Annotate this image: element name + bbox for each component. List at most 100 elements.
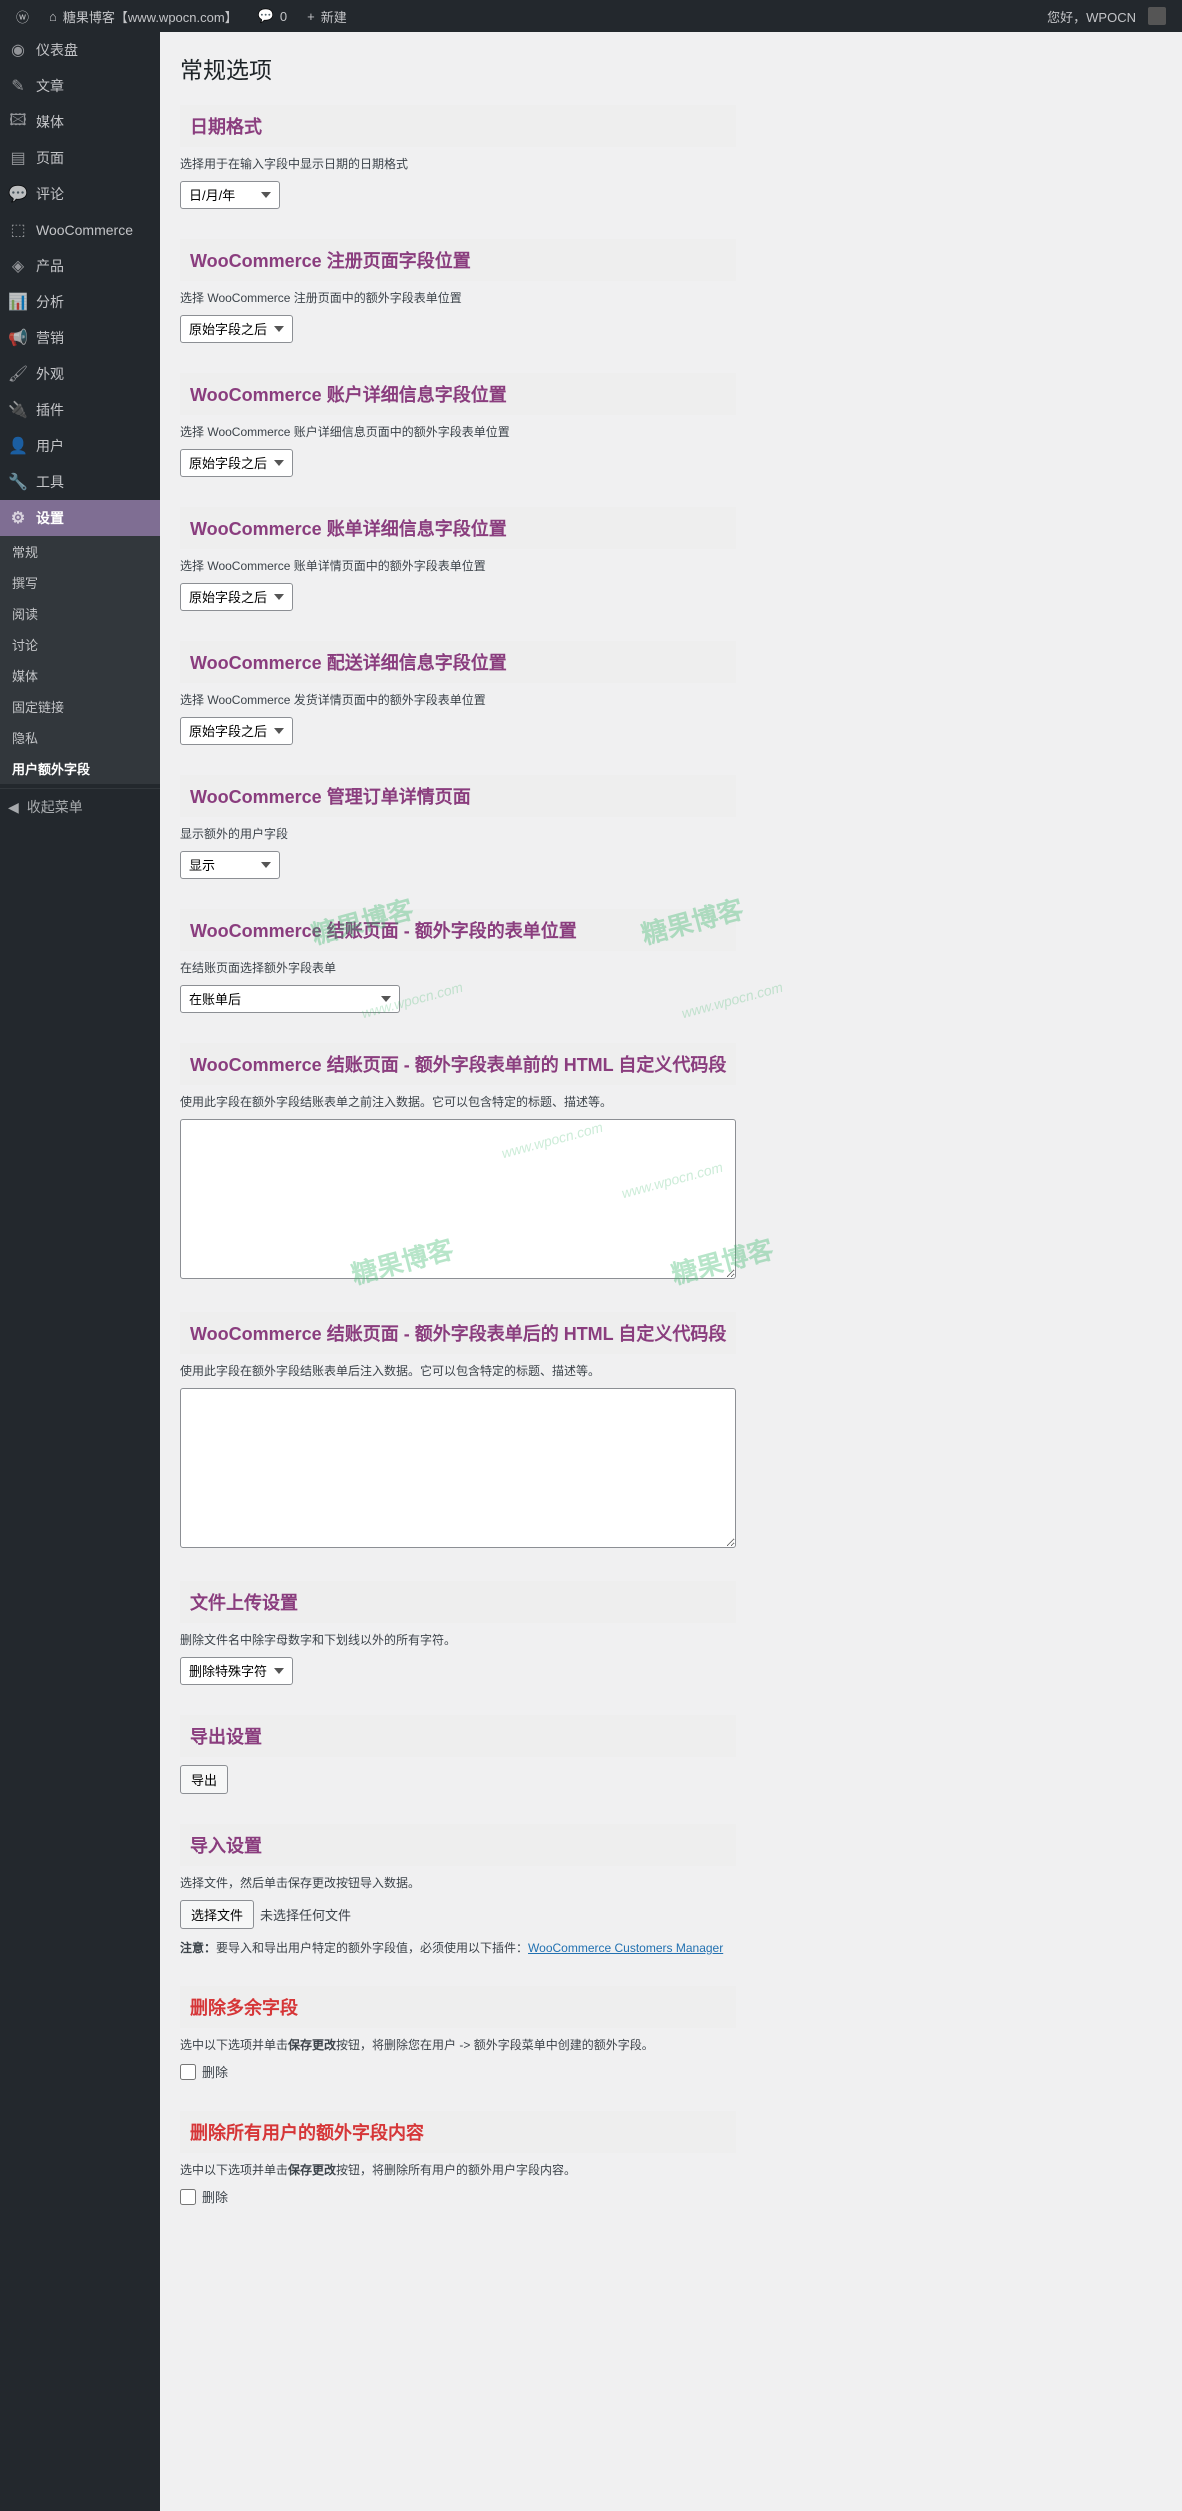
- section-file-upload-title: 文件上传设置: [180, 1581, 736, 1623]
- menu-icon: ◈: [8, 256, 28, 276]
- menu-item-6[interactable]: ◈产品: [0, 248, 160, 284]
- comment-icon: 💬: [258, 8, 274, 24]
- menu-icon: 🔧: [8, 472, 28, 492]
- wc-customers-manager-link[interactable]: WooCommerce Customers Manager: [528, 1941, 723, 1955]
- menu-label: 营销: [36, 328, 64, 348]
- submenu-item-7[interactable]: 用户额外字段: [0, 753, 160, 784]
- html-before-textarea[interactable]: [180, 1119, 736, 1279]
- new-label: 新建: [321, 7, 347, 26]
- menu-label: 外观: [36, 364, 64, 384]
- submenu-item-4[interactable]: 媒体: [0, 660, 160, 691]
- menu-label: 页面: [36, 148, 64, 168]
- menu-icon: ⚙: [8, 508, 28, 528]
- file-upload-select[interactable]: 删除特殊字符: [180, 1657, 293, 1685]
- section-shipping-pos-desc: 选择 WooCommerce 发货详情页面中的额外字段表单位置: [180, 691, 736, 709]
- submenu-item-1[interactable]: 撰写: [0, 567, 160, 598]
- menu-icon: 📊: [8, 292, 28, 312]
- wp-logo[interactable]: ⓦ: [8, 0, 37, 32]
- html-after-textarea[interactable]: [180, 1388, 736, 1548]
- section-html-after-title: WooCommerce 结账页面 - 额外字段表单后的 HTML 自定义代码段: [180, 1312, 736, 1354]
- menu-icon: 📢: [8, 328, 28, 348]
- file-status-text: 未选择任何文件: [260, 1905, 351, 1924]
- section-reg-pos-title: WooCommerce 注册页面字段位置: [180, 239, 736, 281]
- section-billing-pos-desc: 选择 WooCommerce 账单详情页面中的额外字段表单位置: [180, 557, 736, 575]
- site-title-text: 糖果博客【www.wpocn.com】: [63, 7, 238, 26]
- delete-extra-label: 删除: [202, 2062, 228, 2081]
- menu-item-0[interactable]: ◉仪表盘: [0, 32, 160, 68]
- menu-label: 分析: [36, 292, 64, 312]
- section-order-details-title: WooCommerce 管理订单详情页面: [180, 775, 736, 817]
- menu-item-8[interactable]: 📢 营销: [0, 320, 160, 356]
- import-note: 注意：要导入和导出用户特定的额外字段值，必须使用以下插件：WooCommerce…: [180, 1939, 736, 1956]
- comment-count: 0: [280, 9, 287, 24]
- section-html-before-desc: 使用此字段在额外字段结账表单之前注入数据。它可以包含特定的标题、描述等。: [180, 1093, 736, 1111]
- section-file-upload-desc: 删除文件名中除字母数字和下划线以外的所有字符。: [180, 1631, 736, 1649]
- submenu-item-2[interactable]: 阅读: [0, 598, 160, 629]
- menu-label: 评论: [36, 184, 64, 204]
- section-delete-extra-desc: 选中以下选项并单击保存更改按钮，将删除您在用户 -> 额外字段菜单中创建的额外字…: [180, 2036, 736, 2054]
- menu-label: 文章: [36, 76, 64, 96]
- delete-extra-checkbox[interactable]: [180, 2064, 196, 2080]
- section-billing-pos-title: WooCommerce 账单详细信息字段位置: [180, 507, 736, 549]
- menu-item-1[interactable]: ✎ 文章: [0, 68, 160, 104]
- submenu-item-3[interactable]: 讨论: [0, 629, 160, 660]
- menu-item-10[interactable]: 🔌插件: [0, 392, 160, 428]
- menu-label: 工具: [36, 472, 64, 492]
- delete-all-checkbox[interactable]: [180, 2189, 196, 2205]
- menu-item-2[interactable]: 🖾 媒体: [0, 104, 160, 140]
- menu-icon: 🖾: [8, 112, 28, 132]
- account-pos-select[interactable]: 原始字段之后: [180, 449, 293, 477]
- menu-item-5[interactable]: ⬚WooCommerce: [0, 212, 160, 248]
- avatar: [1148, 7, 1166, 25]
- new-content[interactable]: + 新建: [299, 0, 355, 32]
- wordpress-icon: ⓦ: [16, 7, 29, 26]
- section-date-format-desc: 选择用于在输入字段中显示日期的日期格式: [180, 155, 736, 173]
- menu-item-13[interactable]: ⚙设置: [0, 500, 160, 536]
- menu-label: 插件: [36, 400, 64, 420]
- section-html-after-desc: 使用此字段在额外字段结账表单后注入数据。它可以包含特定的标题、描述等。: [180, 1362, 736, 1380]
- section-checkout-pos-title: WooCommerce 结账页面 - 额外字段的表单位置: [180, 909, 736, 951]
- collapse-label: 收起菜单: [27, 797, 83, 817]
- date-format-select[interactable]: 日/月/年: [180, 181, 280, 209]
- site-name[interactable]: ⌂糖果博客【www.wpocn.com】: [41, 0, 246, 32]
- order-details-select[interactable]: 显示: [180, 851, 280, 879]
- section-order-details-desc: 显示额外的用户字段: [180, 825, 736, 843]
- collapse-icon: ◀: [8, 799, 19, 816]
- plus-icon: +: [307, 9, 315, 24]
- section-date-format-title: 日期格式: [180, 105, 736, 147]
- choose-file-button[interactable]: 选择文件: [180, 1900, 254, 1929]
- collapse-menu[interactable]: ◀ 收起菜单: [0, 788, 160, 825]
- section-checkout-pos-desc: 在结账页面选择额外字段表单: [180, 959, 736, 977]
- menu-item-4[interactable]: 💬评论: [0, 176, 160, 212]
- menu-item-9[interactable]: 🖌外观: [0, 356, 160, 392]
- section-delete-extra-title: 删除多余字段: [180, 1986, 736, 2028]
- reg-pos-select[interactable]: 原始字段之后: [180, 315, 293, 343]
- section-reg-pos-desc: 选择 WooCommerce 注册页面中的额外字段表单位置: [180, 289, 736, 307]
- menu-item-3[interactable]: ▤ 页面: [0, 140, 160, 176]
- menu-item-7[interactable]: 📊 分析: [0, 284, 160, 320]
- menu-label: 仪表盘: [36, 40, 78, 60]
- menu-label: 媒体: [36, 112, 64, 132]
- menu-icon: 👤: [8, 436, 28, 456]
- checkout-pos-select[interactable]: 在账单后: [180, 985, 400, 1013]
- menu-item-11[interactable]: 👤 用户: [0, 428, 160, 464]
- comments-link[interactable]: 💬0: [250, 0, 295, 32]
- menu-item-12[interactable]: 🔧 工具: [0, 464, 160, 500]
- menu-label: WooCommerce: [36, 222, 133, 238]
- menu-icon: ✎: [8, 76, 28, 96]
- section-account-pos-desc: 选择 WooCommerce 账户详细信息页面中的额外字段表单位置: [180, 423, 736, 441]
- export-button[interactable]: 导出: [180, 1765, 228, 1794]
- billing-pos-select[interactable]: 原始字段之后: [180, 583, 293, 611]
- menu-icon: ▤: [8, 148, 28, 168]
- my-account[interactable]: 您好，WPOCN: [1039, 0, 1174, 32]
- delete-all-label: 删除: [202, 2187, 228, 2206]
- section-export-title: 导出设置: [180, 1715, 736, 1757]
- shipping-pos-select[interactable]: 原始字段之后: [180, 717, 293, 745]
- section-delete-all-desc: 选中以下选项并单击保存更改按钮，将删除所有用户的额外用户字段内容。: [180, 2161, 736, 2179]
- submenu-item-6[interactable]: 隐私: [0, 722, 160, 753]
- admin-sidebar: ◉仪表盘 ✎ 文章 🖾 媒体 ▤ 页面 💬评论⬚WooCommerce◈产品 📊 分析 📢 营销 🖌外观…: [0, 32, 160, 2511]
- submenu-item-5[interactable]: 固定链接: [0, 691, 160, 722]
- submenu-item-0[interactable]: 常规: [0, 536, 160, 567]
- page-title: 常规选项: [180, 42, 736, 105]
- menu-label: 用户: [36, 436, 64, 456]
